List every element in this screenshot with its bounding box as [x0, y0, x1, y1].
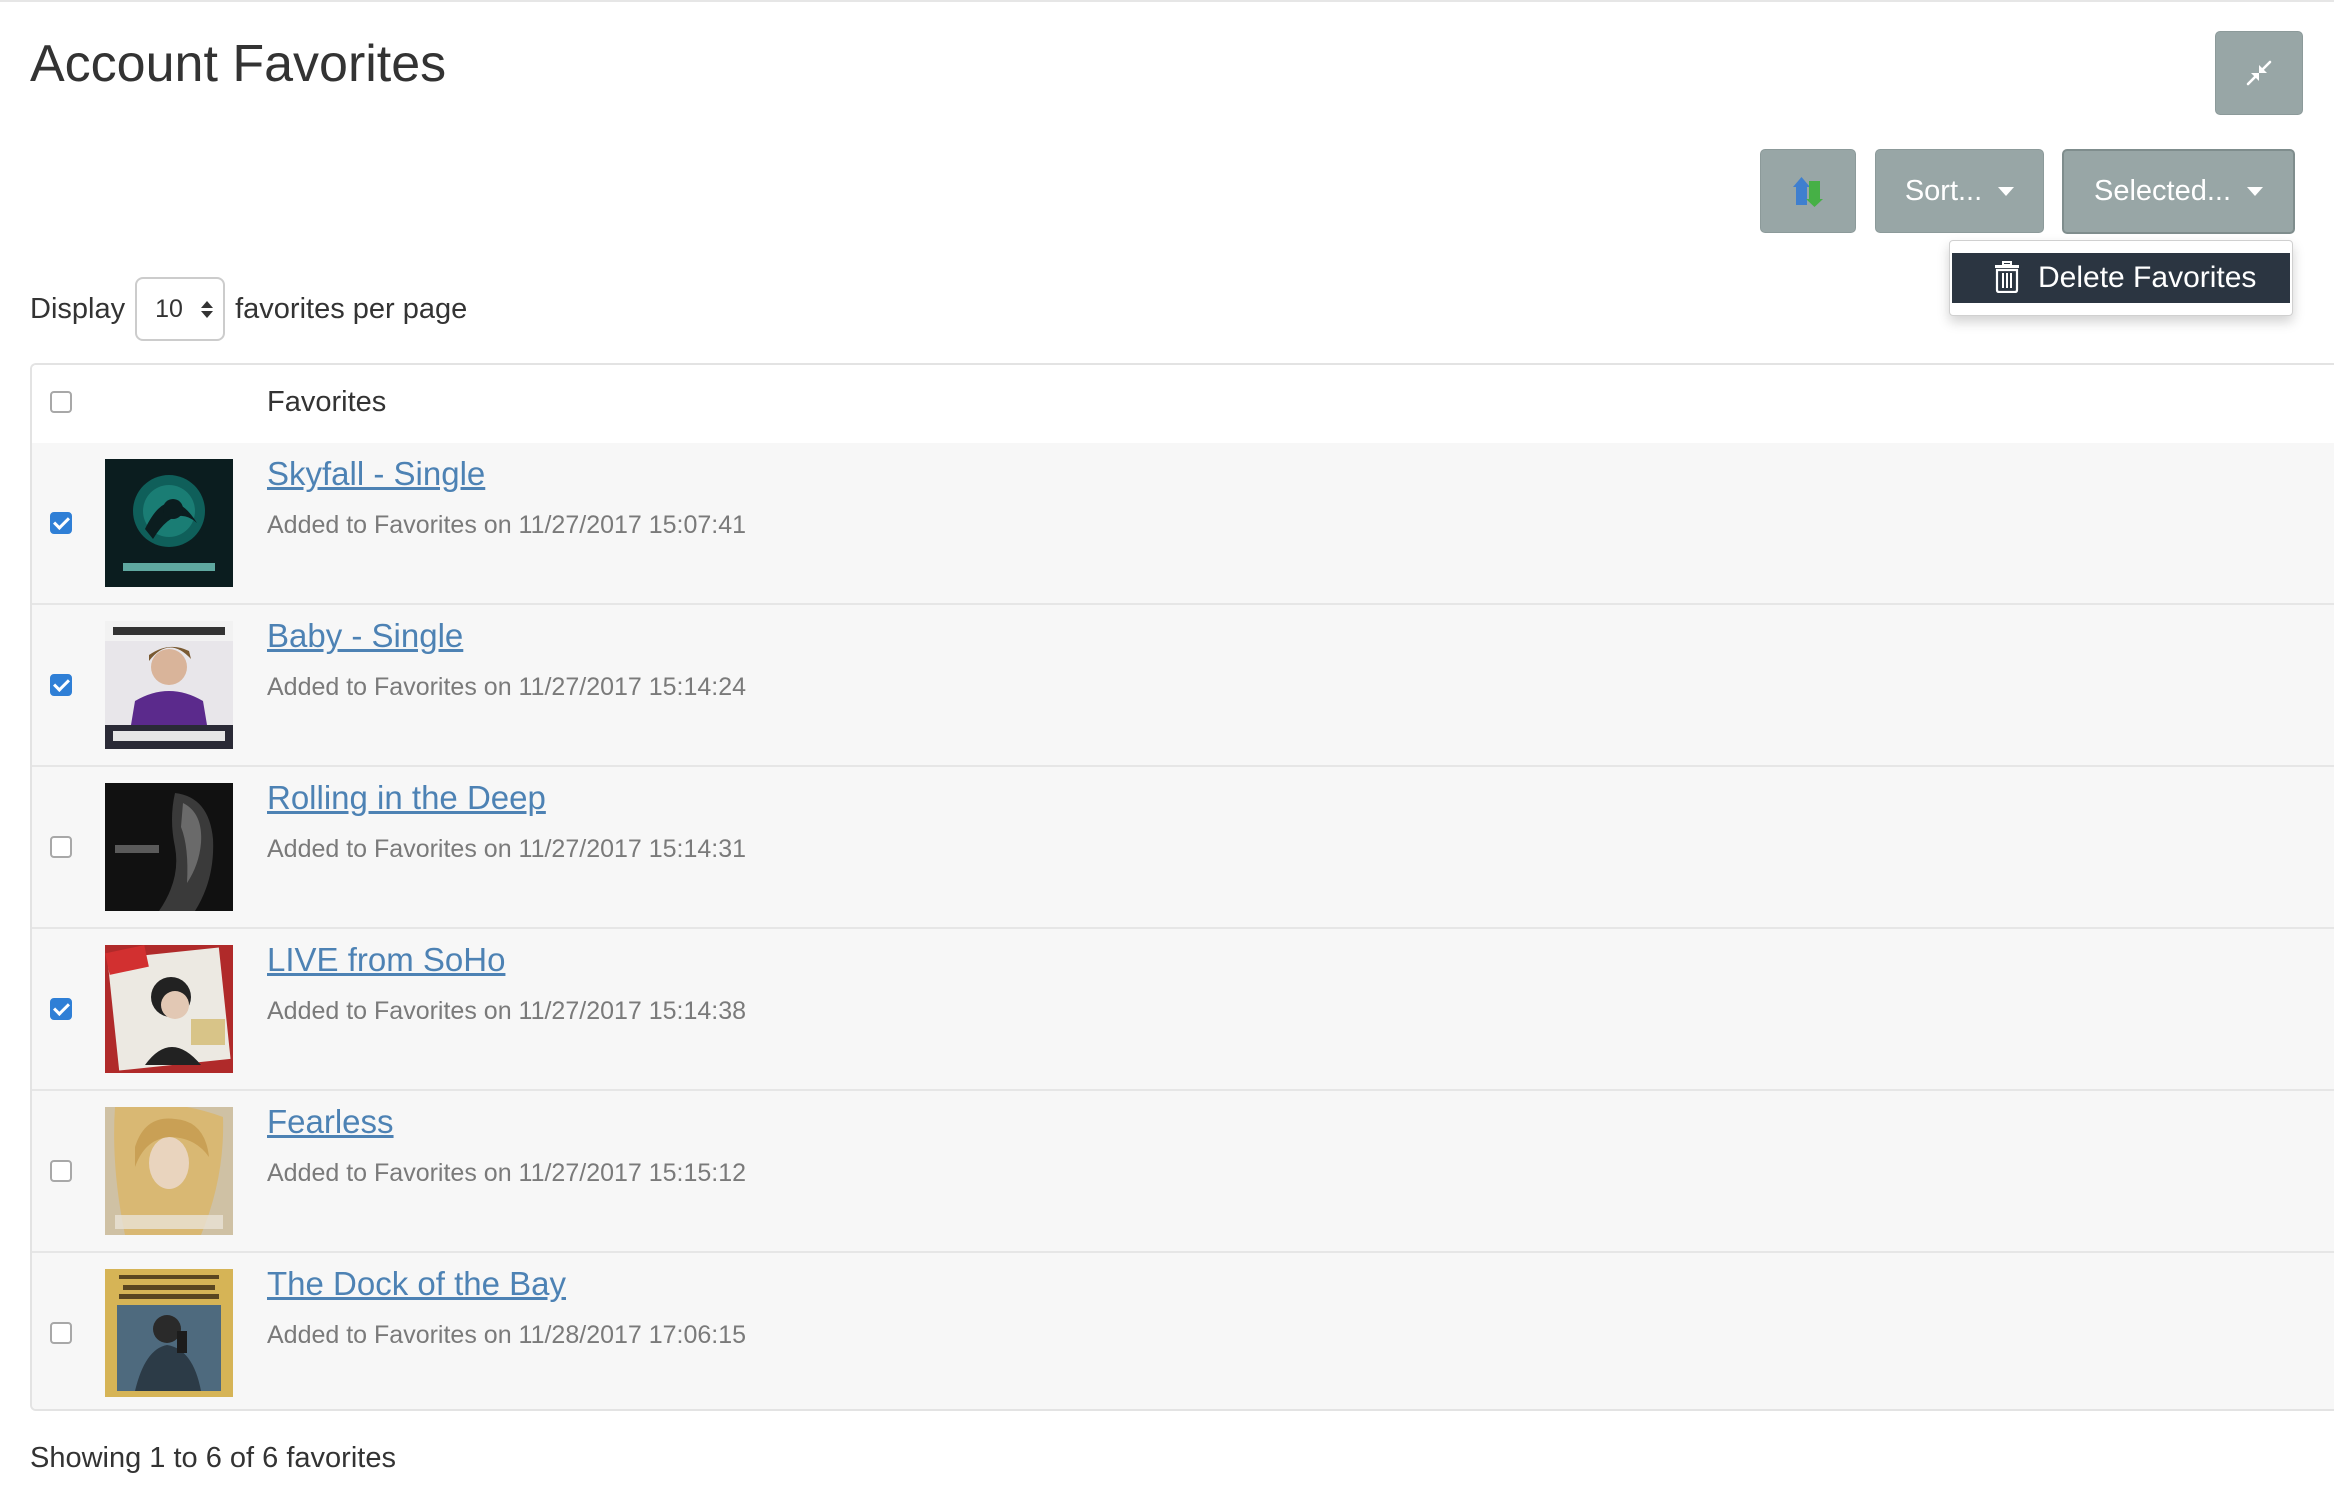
sort-dropdown-button[interactable]: Sort...	[1875, 149, 2044, 233]
pagination-summary: Showing 1 to 6 of 6 favorites	[30, 1442, 396, 1474]
table-row: Skyfall - Single Added to Favorites on 1…	[32, 443, 2334, 605]
select-arrows-icon	[201, 300, 214, 318]
row-checkbox[interactable]	[50, 1322, 72, 1344]
export-button[interactable]	[1760, 149, 1856, 233]
favorite-title-link[interactable]: Fearless	[267, 1103, 394, 1141]
table-row: The Dock of the Bay Added to Favorites o…	[32, 1253, 2334, 1409]
compress-icon	[2246, 60, 2272, 86]
album-art-baby	[105, 621, 233, 749]
table-header: Favorites	[32, 365, 2334, 445]
table-row: LIVE from SoHo Added to Favorites on 11/…	[32, 929, 2334, 1091]
export-icon	[1793, 177, 1823, 207]
selected-actions-button[interactable]: Selected...	[2062, 149, 2295, 234]
caret-down-icon	[1998, 186, 2015, 196]
favorite-added-date: Added to Favorites on 11/27/2017 15:14:3…	[267, 997, 747, 1025]
favorite-added-date: Added to Favorites on 11/28/2017 17:06:1…	[267, 1321, 747, 1349]
album-art-fearless	[105, 1107, 233, 1235]
favorite-added-date: Added to Favorites on 11/27/2017 15:15:1…	[267, 1159, 747, 1187]
per-page-value: 10	[155, 294, 183, 323]
caret-down-icon	[2247, 187, 2264, 196]
favorites-table: Favorites Skyfall - Single Added to Favo…	[30, 363, 2334, 1411]
delete-favorites-label: Delete Favorites	[2038, 261, 2257, 294]
per-page-suffix: favorites per page	[235, 292, 468, 325]
favorite-added-date: Added to Favorites on 11/27/2017 15:07:4…	[267, 511, 747, 539]
album-art-live-from-soho	[105, 945, 233, 1073]
row-checkbox[interactable]	[50, 1160, 72, 1182]
display-label: Display	[30, 292, 126, 325]
row-checkbox[interactable]	[50, 674, 72, 696]
favorite-added-date: Added to Favorites on 11/27/2017 15:14:3…	[267, 835, 747, 863]
table-row: Baby - Single Added to Favorites on 11/2…	[32, 605, 2334, 767]
favorite-title-link[interactable]: The Dock of the Bay	[267, 1265, 566, 1303]
per-page-select[interactable]: 10	[135, 277, 226, 341]
table-row: Fearless Added to Favorites on 11/27/201…	[32, 1091, 2334, 1253]
album-art-dock-of-the-bay	[105, 1269, 233, 1397]
favorite-added-date: Added to Favorites on 11/27/2017 15:14:2…	[267, 673, 747, 701]
delete-favorites-menu-item[interactable]: Delete Favorites	[1952, 253, 2290, 303]
top-border	[0, 0, 2334, 2]
collapse-button[interactable]	[2215, 31, 2303, 115]
favorite-title-link[interactable]: Baby - Single	[267, 617, 463, 655]
trash-icon	[1995, 261, 2019, 293]
page-title: Account Favorites	[30, 35, 447, 93]
table-row: Rolling in the Deep Added to Favorites o…	[32, 767, 2334, 929]
selected-actions-menu: Delete Favorites	[1949, 240, 2293, 316]
sort-button-label: Sort...	[1904, 174, 1983, 207]
favorites-column-header: Favorites	[267, 386, 387, 418]
favorite-title-link[interactable]: Skyfall - Single	[267, 455, 485, 493]
row-checkbox[interactable]	[50, 512, 72, 534]
display-per-page-control: Display 10 favorites per page	[30, 277, 467, 341]
album-art-skyfall	[105, 459, 233, 587]
favorite-title-link[interactable]: Rolling in the Deep	[267, 779, 546, 817]
row-checkbox[interactable]	[50, 998, 72, 1020]
album-art-rolling-in-the-deep	[105, 783, 233, 911]
select-all-checkbox[interactable]	[50, 391, 72, 413]
row-checkbox[interactable]	[50, 836, 72, 858]
favorite-title-link[interactable]: LIVE from SoHo	[267, 941, 505, 979]
selected-button-label: Selected...	[2093, 175, 2232, 207]
